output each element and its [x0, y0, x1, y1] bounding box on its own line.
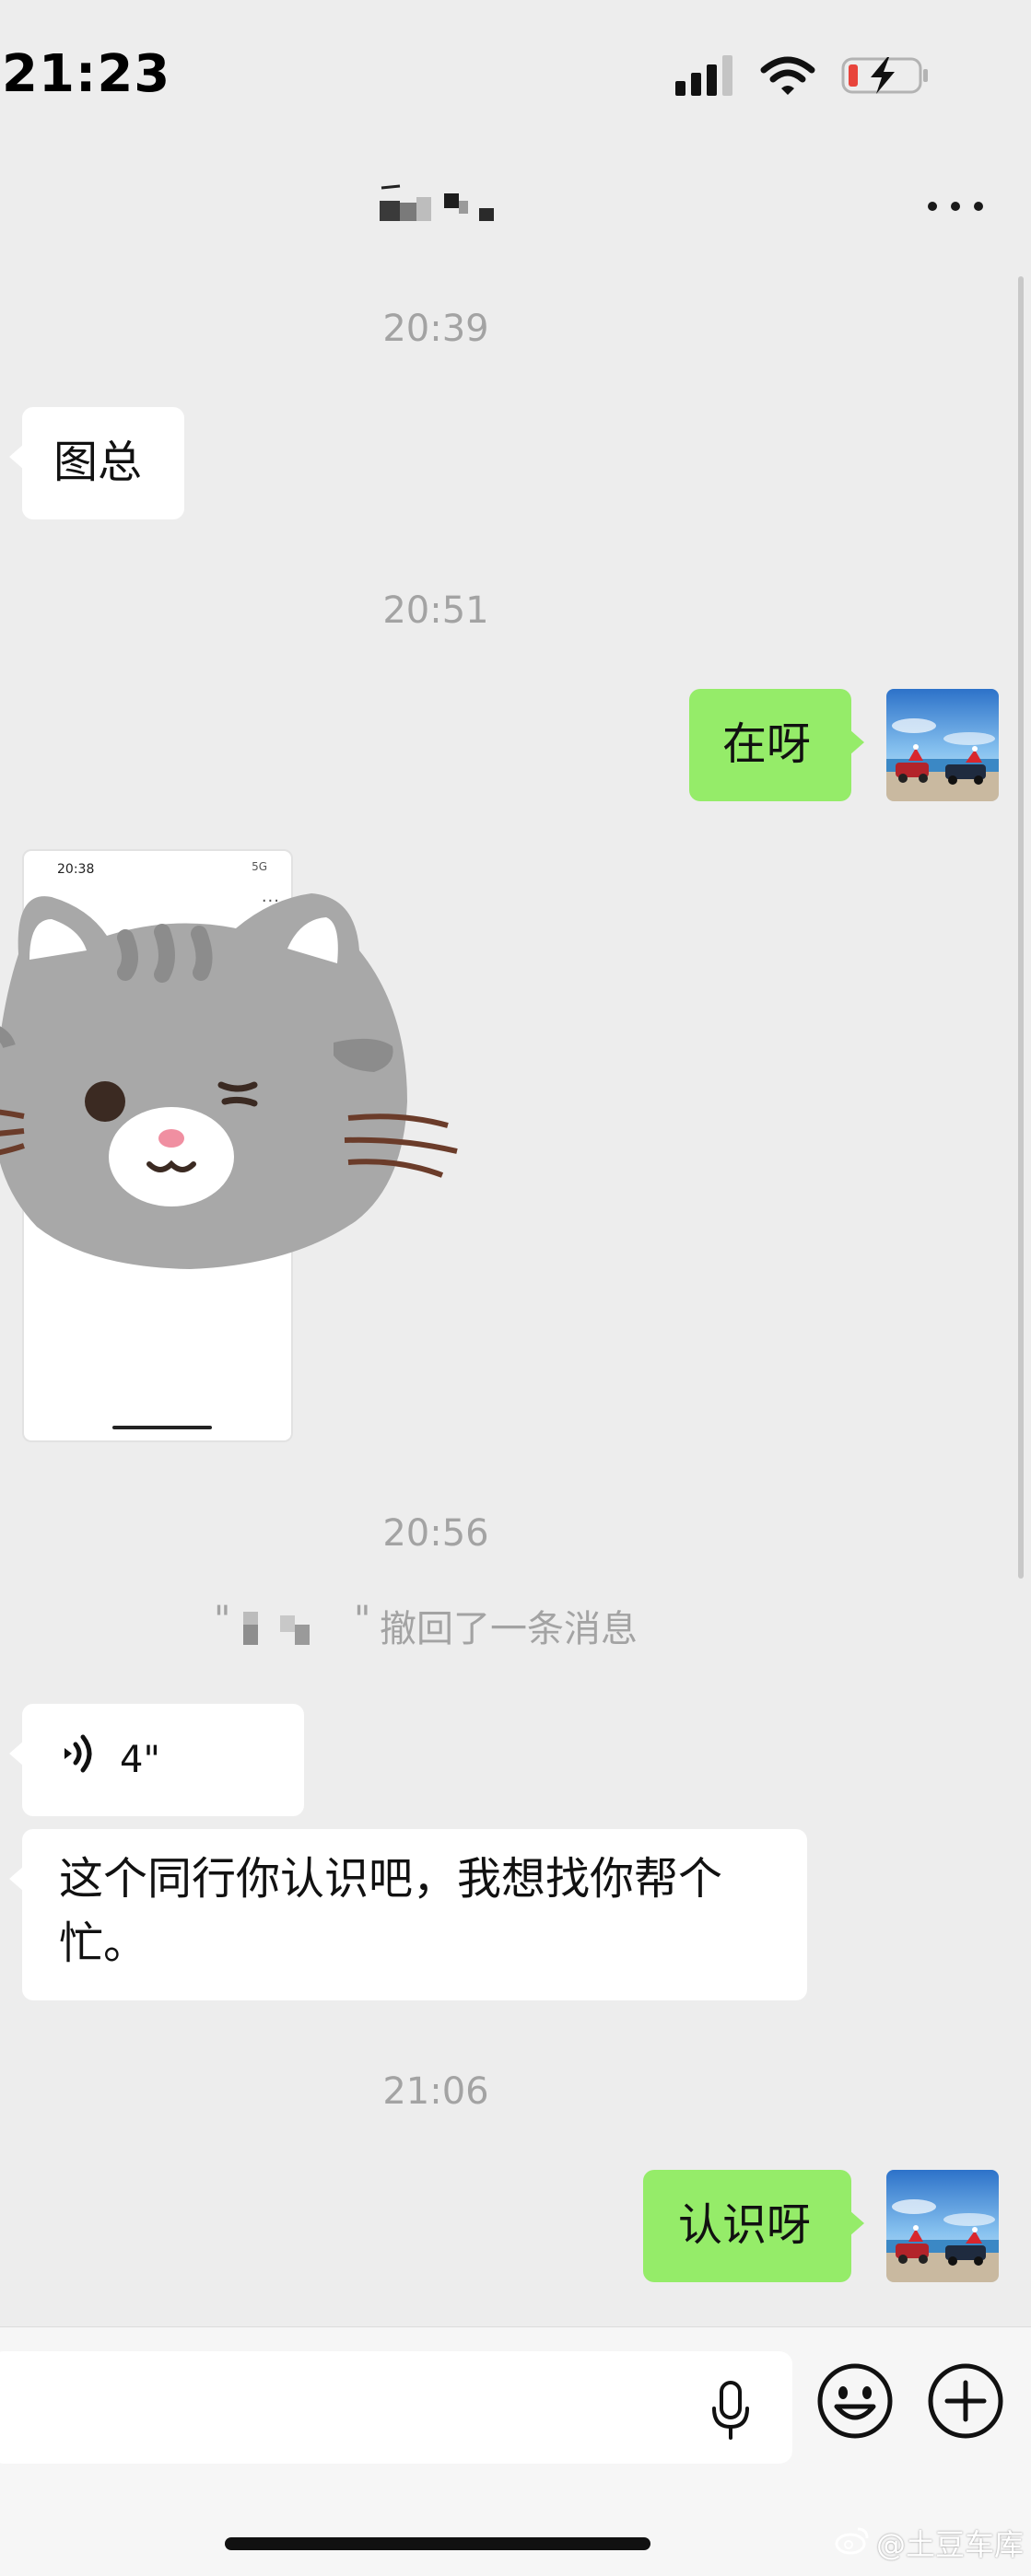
voice-wave-icon	[59, 1728, 96, 1792]
recall-quote-left: "	[214, 1599, 231, 1641]
microphone-icon[interactable]	[708, 2379, 754, 2443]
cat-sticker-icon	[0, 871, 475, 1332]
emoji-icon[interactable]	[816, 2362, 894, 2440]
message-text: 图总	[53, 437, 143, 488]
weibo-icon	[834, 2524, 871, 2562]
message-input[interactable]	[0, 2351, 792, 2464]
battery-charging-icon	[841, 55, 930, 99]
status-icons	[675, 55, 930, 99]
avatar[interactable]	[886, 2170, 999, 2282]
incoming-message[interactable]: 图总	[9, 407, 184, 519]
chat-header	[0, 166, 1031, 249]
incoming-message[interactable]: 这个同行你认识吧，我想找你帮个忙。	[9, 1829, 807, 2000]
outgoing-message[interactable]: 认识呀	[643, 2170, 864, 2282]
recall-text: 撤回了一条消息	[380, 1608, 638, 1650]
message-timestamp: 20:39	[382, 308, 489, 350]
message-timestamp: 20:56	[382, 1512, 489, 1555]
watermark-text: @土豆车库	[875, 2527, 1024, 2562]
plus-icon[interactable]	[927, 2362, 1004, 2440]
outgoing-message[interactable]: 在呀	[689, 689, 864, 801]
voice-duration: 4"	[120, 1739, 160, 1781]
status-bar: 21:23	[0, 0, 1031, 129]
wifi-icon	[760, 55, 815, 99]
status-time: 21:23	[2, 44, 171, 104]
card-home-indicator	[112, 1426, 212, 1429]
home-indicator[interactable]	[225, 2537, 650, 2550]
watermark: @土豆车库	[834, 2522, 1024, 2564]
message-timestamp: 21:06	[382, 2070, 489, 2113]
more-icon[interactable]	[928, 188, 983, 225]
recall-name-pixelated	[240, 1610, 317, 1647]
recall-quote-right: "	[354, 1599, 371, 1641]
voice-message[interactable]: 4"	[9, 1704, 304, 1816]
message-text: 这个同行你认识吧，我想找你帮个忙。	[59, 1853, 723, 1969]
avatar[interactable]	[886, 689, 999, 801]
message-timestamp: 20:51	[382, 589, 489, 632]
contact-name-pixelated	[378, 184, 498, 227]
message-text: 认识呀	[678, 2199, 812, 2251]
message-text: 在呀	[722, 718, 812, 770]
signal-icon	[675, 55, 734, 99]
scrollbar[interactable]	[1018, 276, 1024, 1579]
